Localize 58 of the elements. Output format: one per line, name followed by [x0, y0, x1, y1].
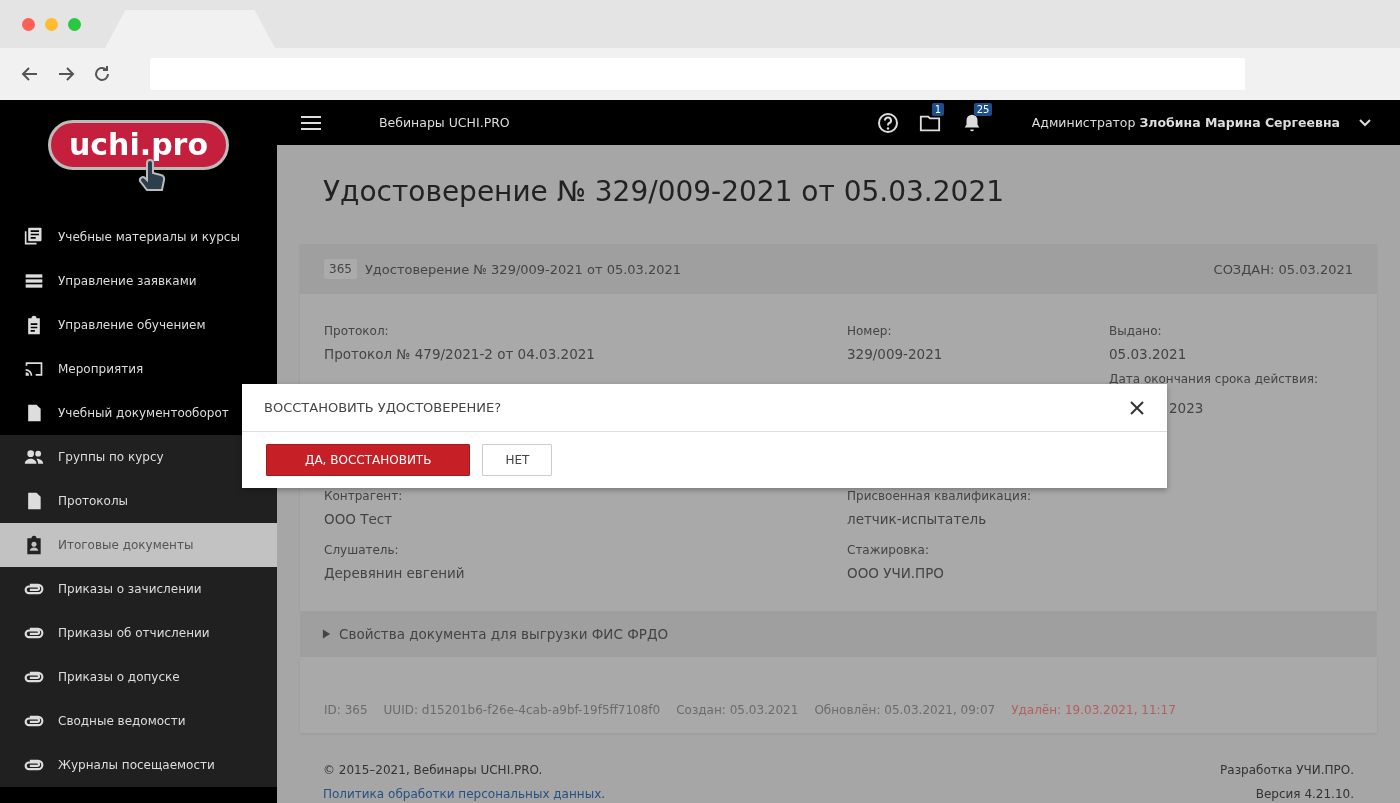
id-tag: 365 [324, 259, 357, 279]
page-title: Удостоверение № 329/009-2021 от 05.03.2021 [323, 175, 1005, 208]
people-icon [24, 447, 44, 467]
metadata-item: Создан: 05.03.2021 [676, 703, 799, 717]
field-value: ООО УЧИ.ПРО [847, 565, 944, 581]
sidebar-item[interactable]: Управление обучением [0, 303, 277, 347]
reload-icon[interactable] [92, 64, 112, 84]
field-label: Стажировка: [847, 543, 930, 557]
copyright: © 2015–2021, Вебинары UCHI.PRO. [323, 762, 544, 779]
cast-icon [24, 359, 44, 379]
field-label: Выдано: [1109, 324, 1163, 338]
sidebar-item[interactable]: Мероприятия [0, 347, 277, 391]
app-title: Вебинары UCHI.PRO [379, 115, 511, 130]
field-value: ООО Тест [324, 511, 392, 527]
sidebar-item[interactable]: Протоколы [0, 479, 277, 523]
cancel-button[interactable]: НЕТ [482, 444, 553, 476]
developer-credit: Разработка УЧИ.ПРО. [1220, 762, 1354, 779]
field-value: Протокол № 479/2021-2 от 04.03.2021 [324, 346, 595, 362]
menu-icon[interactable] [301, 114, 321, 131]
card-title: Удостоверение № 329/009-2021 от 05.03.2021 [364, 261, 682, 277]
field-value: Деревянин евгений [324, 565, 465, 581]
created-date: СОЗДАН: 05.03.2021 [1213, 261, 1353, 277]
field-value: летчик-испытатель [847, 511, 987, 527]
notification-count: 1 [931, 102, 945, 116]
sidebar-item[interactable]: Приказы об отчислении [0, 611, 277, 655]
triangle-right-icon [322, 629, 331, 639]
metadata-item: ID: 365 [324, 703, 368, 717]
punctuation: . [601, 787, 606, 801]
field-label: Слушатель: [324, 543, 400, 557]
field-label: Номер: [847, 324, 893, 338]
sidebar-item[interactable]: Учебные материалы и курсы [0, 215, 277, 259]
field-value: 329/009-2021 [847, 346, 943, 362]
field-value: 05.03.2021 [1109, 346, 1187, 362]
sidebar-item[interactable]: Приказы о зачислении [0, 567, 277, 611]
notification-count: 25 [973, 102, 993, 116]
version: Версия 4.21.10. [1254, 786, 1354, 803]
sidebar-item[interactable]: Журналы посещаемости [0, 743, 277, 787]
sidebar-item[interactable]: Сводные ведомости [0, 699, 277, 743]
badge-icon [24, 535, 44, 555]
field-label: Контрагент: [324, 489, 404, 503]
sidebar-item[interactable]: Управление заявками [0, 259, 277, 303]
expandable-section[interactable]: Свойства документа для выгрузки ФИС ФРДО [300, 611, 1377, 657]
list-icon [24, 271, 44, 291]
close-icon[interactable] [1129, 399, 1145, 416]
sidebar-item[interactable]: Приказы о допуске [0, 655, 277, 699]
field-value: 2023 [1169, 400, 1204, 416]
book-list-icon [24, 227, 44, 247]
metadata-item: UUID: d15201b6-f26e-4cab-a9bf-19f5ff7108f0 [383, 703, 661, 717]
field-label: Присвоенная квалификация: [847, 489, 1032, 503]
field-label: Протокол: [324, 324, 390, 338]
field-label: Дата окончания срока действия: [1109, 372, 1319, 386]
confirm-button[interactable]: ДА, ВОССТАНОВИТЬ [266, 444, 471, 476]
dialog-title: ВОССТАНОВИТЬ УДОСТОВЕРЕНИЕ? [264, 400, 503, 415]
metadata-item: Обновлён: 05.03.2021, 09:07 [814, 703, 996, 717]
help-icon[interactable] [875, 110, 900, 135]
user-name[interactable]: Администратор Злобина Марина Сергеевна [1031, 115, 1340, 130]
metadata-item: Удалён: 19.03.2021, 11:17 [1011, 703, 1176, 717]
sidebar-item[interactable]: Итоговые документы [0, 523, 277, 567]
